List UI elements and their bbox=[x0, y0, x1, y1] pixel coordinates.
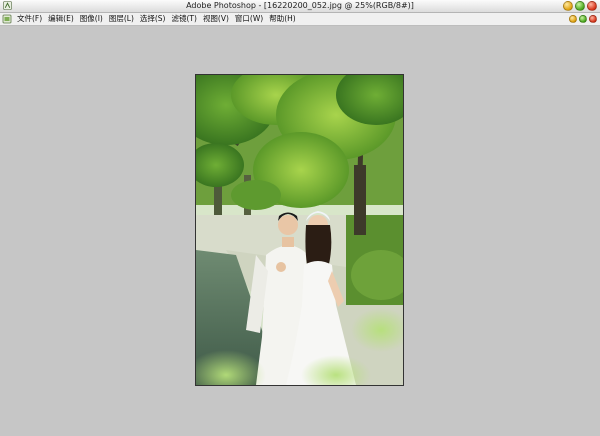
doc-close-button[interactable] bbox=[589, 15, 597, 23]
document-canvas[interactable] bbox=[195, 74, 404, 386]
menu-view[interactable]: 视图(V) bbox=[200, 13, 232, 25]
maximize-button[interactable] bbox=[575, 1, 585, 11]
title-bar[interactable]: Adobe Photoshop - [16220200_052.jpg @ 25… bbox=[0, 0, 600, 13]
menu-edit[interactable]: 编辑(E) bbox=[45, 13, 77, 25]
wedding-photo-image bbox=[196, 75, 403, 385]
photoshop-window: Adobe Photoshop - [16220200_052.jpg @ 25… bbox=[0, 0, 600, 436]
menu-filter[interactable]: 滤镜(T) bbox=[169, 13, 200, 25]
minimize-button[interactable] bbox=[563, 1, 573, 11]
document-icon[interactable] bbox=[2, 14, 12, 24]
menu-bar: 文件(F) 编辑(E) 图像(I) 图层(L) 选择(S) 滤镜(T) 视图(V… bbox=[0, 13, 600, 26]
menu-window[interactable]: 窗口(W) bbox=[232, 13, 266, 25]
doc-restore-button[interactable] bbox=[579, 15, 587, 23]
menu-image[interactable]: 图像(I) bbox=[77, 13, 106, 25]
menu-items: 文件(F) 编辑(E) 图像(I) 图层(L) 选择(S) 滤镜(T) 视图(V… bbox=[14, 13, 299, 25]
window-controls bbox=[563, 1, 597, 11]
doc-minimize-button[interactable] bbox=[569, 15, 577, 23]
document-window-controls bbox=[569, 15, 597, 23]
window-title: Adobe Photoshop - [16220200_052.jpg @ 25… bbox=[186, 1, 414, 10]
menu-select[interactable]: 选择(S) bbox=[137, 13, 169, 25]
close-button[interactable] bbox=[587, 1, 597, 11]
menu-help[interactable]: 帮助(H) bbox=[266, 13, 299, 25]
menu-layer[interactable]: 图层(L) bbox=[106, 13, 137, 25]
menu-file[interactable]: 文件(F) bbox=[14, 13, 45, 25]
